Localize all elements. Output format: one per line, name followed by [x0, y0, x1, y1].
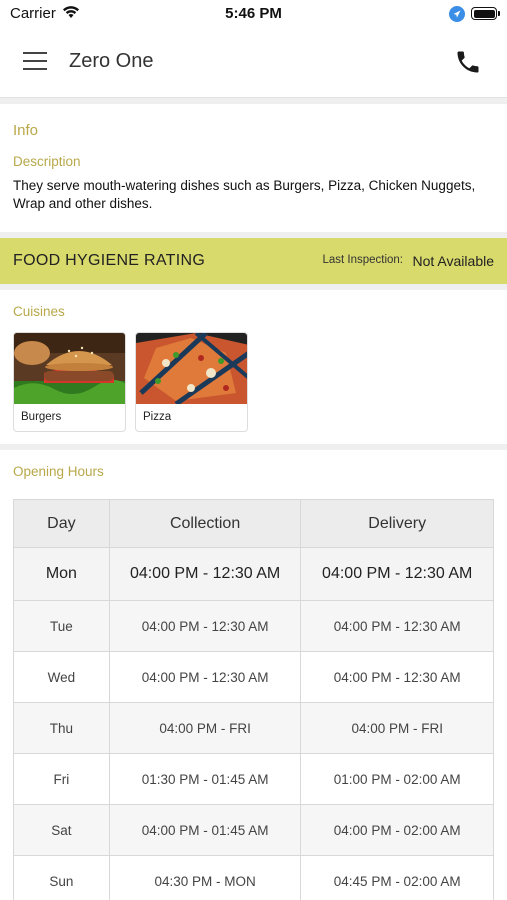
delivery-cell: 04:45 PM - 02:00 AM	[300, 855, 494, 900]
delivery-cell: 04:00 PM - 02:00 AM	[300, 804, 494, 856]
food-hygiene-rating-bar[interactable]: FOOD HYGIENE RATING Last Inspection: Not…	[0, 238, 507, 284]
collection-cell: 04:00 PM - FRI	[108, 702, 302, 754]
table-row: Sat 04:00 PM - 01:45 AM 04:00 PM - 02:00…	[13, 804, 494, 856]
column-header-collection: Collection	[108, 499, 302, 548]
description-label: Description	[13, 154, 81, 169]
table-row: Tue 04:00 PM - 12:30 AM 04:00 PM - 12:30…	[13, 600, 494, 652]
hygiene-title: FOOD HYGIENE RATING	[13, 252, 206, 269]
cuisine-name: Burgers	[21, 411, 62, 423]
description-text: They serve mouth-watering dishes such as…	[13, 178, 476, 211]
delivery-cell: 04:00 PM - 12:30 AM	[300, 600, 494, 652]
day-cell: Fri	[13, 753, 110, 805]
opening-hours-section: Opening Hours Day Collection Delivery Mo…	[0, 450, 507, 900]
burger-photo	[14, 333, 125, 404]
info-heading: Info	[13, 122, 39, 139]
day-cell: Tue	[13, 600, 110, 652]
table-row: Mon 04:00 PM - 12:30 AM 04:00 PM - 12:30…	[13, 547, 494, 601]
table-row: Thu 04:00 PM - FRI 04:00 PM - FRI	[13, 702, 494, 754]
collection-cell: 04:00 PM - 01:45 AM	[108, 804, 302, 856]
delivery-cell: 04:00 PM - 12:30 AM	[300, 547, 494, 601]
cuisine-name: Pizza	[143, 411, 172, 423]
collection-cell: 04:00 PM - 12:30 AM	[108, 651, 302, 703]
phone-icon[interactable]	[454, 48, 482, 76]
table-row: Fri 01:30 PM - 01:45 AM 01:00 PM - 02:00…	[13, 753, 494, 805]
day-cell: Sun	[13, 855, 110, 900]
battery-icon	[471, 7, 500, 20]
delivery-cell: 04:00 PM - 12:30 AM	[300, 651, 494, 703]
table-row: Sun 04:30 PM - MON 04:45 PM - 02:00 AM	[13, 855, 494, 900]
cuisine-card-pizza[interactable]: Pizza	[135, 332, 248, 432]
collection-cell: 04:00 PM - 12:30 AM	[108, 600, 302, 652]
day-cell: Sat	[13, 804, 110, 856]
last-inspection-label: Last Inspection:	[322, 254, 403, 266]
collection-cell: 04:00 PM - 12:30 AM	[108, 547, 302, 601]
location-arrow-icon	[449, 6, 465, 22]
day-cell: Mon	[13, 547, 110, 601]
clock: 5:46 PM	[225, 5, 282, 22]
delivery-cell: 01:00 PM - 02:00 AM	[300, 753, 494, 805]
delivery-cell: 04:00 PM - FRI	[300, 702, 494, 754]
hamburger-menu-icon[interactable]	[23, 52, 47, 72]
cuisine-card-burgers[interactable]: Burgers	[13, 332, 126, 432]
status-bar: Carrier 5:46 PM	[0, 0, 507, 28]
table-row: Wed 04:00 PM - 12:30 AM 04:00 PM - 12:30…	[13, 651, 494, 703]
cuisines-heading: Cuisines	[13, 304, 65, 319]
column-header-delivery: Delivery	[300, 499, 494, 548]
navigation-bar: Zero One	[0, 28, 507, 98]
collection-cell: 04:30 PM - MON	[108, 855, 302, 900]
column-header-day: Day	[13, 499, 110, 548]
collection-cell: 01:30 PM - 01:45 AM	[108, 753, 302, 805]
cuisines-section: Cuisines Burgers Pizza	[0, 290, 507, 444]
pizza-photo	[136, 333, 247, 407]
opening-hours-heading: Opening Hours	[13, 464, 104, 479]
day-cell: Wed	[13, 651, 110, 703]
opening-hours-table: Day Collection Delivery Mon 04:00 PM - 1…	[13, 499, 494, 900]
last-inspection-value: Not Available	[412, 253, 494, 269]
day-cell: Thu	[13, 702, 110, 754]
info-section: Info Description They serve mouth-wateri…	[0, 104, 507, 232]
page-title: Zero One	[69, 50, 154, 72]
table-header-row: Day Collection Delivery	[13, 499, 494, 548]
